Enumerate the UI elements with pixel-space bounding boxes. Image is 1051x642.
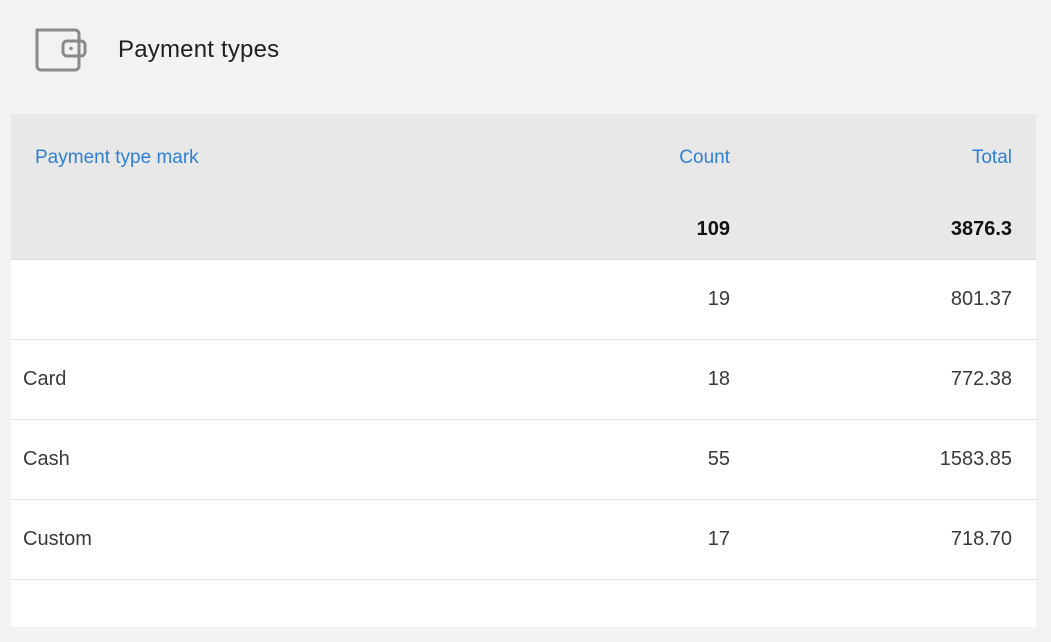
page-title: Payment types xyxy=(118,36,280,63)
wallet-icon xyxy=(35,28,87,72)
cell-total: 801.37 xyxy=(950,288,1012,310)
summary-count: 109 xyxy=(696,218,730,240)
table-row: Custom 17 718.70 xyxy=(11,500,1036,580)
payment-types-page: Payment types Payment type mark Count To… xyxy=(0,0,1051,642)
table-row: Card 18 772.38 xyxy=(11,340,1036,420)
column-header-total[interactable]: Total xyxy=(972,145,1012,171)
column-header-count[interactable]: Count xyxy=(679,145,730,171)
cell-count: 18 xyxy=(707,368,730,390)
cell-count: 19 xyxy=(707,288,730,310)
column-header-payment-type-mark[interactable]: Payment type mark xyxy=(35,145,199,171)
cell-payment-type-mark: Cash xyxy=(23,448,70,470)
table-header: Payment type mark Count Total 109 3876.3 xyxy=(11,114,1036,260)
cell-count: 17 xyxy=(707,528,730,550)
payment-types-table: Payment type mark Count Total 109 3876.3… xyxy=(11,114,1036,627)
summary-total: 3876.3 xyxy=(950,218,1012,240)
table-row: Cash 55 1583.85 xyxy=(11,420,1036,500)
table-body: 19 801.37 Card 18 772.38 Cash 55 1583.85… xyxy=(11,260,1036,580)
cell-total: 718.70 xyxy=(950,528,1012,550)
page-header: Payment types xyxy=(0,0,1051,100)
cell-count: 55 xyxy=(707,448,730,470)
cell-total: 772.38 xyxy=(950,368,1012,390)
cell-total: 1583.85 xyxy=(939,448,1012,470)
cell-payment-type-mark: Card xyxy=(23,368,67,390)
cell-payment-type-mark: Custom xyxy=(23,528,92,550)
table-row: 19 801.37 xyxy=(11,260,1036,340)
